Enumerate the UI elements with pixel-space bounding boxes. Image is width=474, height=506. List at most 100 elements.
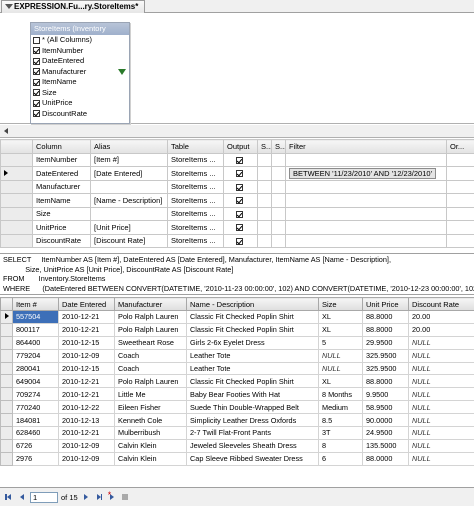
results-cell-unit-price[interactable]: 325.9500 [362, 361, 409, 376]
criteria-header-filter[interactable]: Filter [285, 139, 447, 154]
results-cell-manufacturer[interactable]: Little Me [114, 387, 187, 402]
results-cell-date-entered[interactable]: 2010-12-21 [58, 374, 115, 389]
criteria-column-cell[interactable]: ItemNumber [32, 152, 91, 167]
results-cell-size[interactable]: 8 Months [318, 387, 363, 402]
results-cell-item-number[interactable]: 184081 [12, 413, 59, 428]
results-cell-date-entered[interactable]: 2010-12-22 [58, 400, 115, 415]
diagram-horizontal-scrollbar[interactable] [0, 125, 474, 138]
criteria-or-cell[interactable] [446, 179, 474, 194]
criteria-output-cell[interactable] [223, 233, 258, 248]
results-cell-unit-price[interactable]: 90.0000 [362, 413, 409, 428]
criteria-header-sort-type[interactable]: S... [257, 139, 272, 154]
criteria-sort-order-cell[interactable] [271, 233, 286, 248]
results-cell-item-number[interactable]: 628460 [12, 426, 59, 440]
results-row-header[interactable] [0, 361, 13, 376]
results-cell-name-description[interactable]: Leather Tote [186, 348, 319, 363]
criteria-sort-type-cell[interactable] [257, 152, 272, 167]
results-cell-discount-rate[interactable]: NULL [408, 413, 474, 428]
previous-record-button[interactable] [17, 492, 27, 502]
criteria-or-cell[interactable] [446, 193, 474, 208]
results-cell-date-entered[interactable]: 2010-12-21 [58, 426, 115, 440]
criteria-header-table[interactable]: Table [167, 139, 224, 154]
criteria-sort-type-cell[interactable] [257, 179, 272, 194]
results-cell-size[interactable]: XL [318, 322, 363, 337]
criteria-column-cell[interactable]: Size [32, 206, 91, 221]
criteria-header-alias[interactable]: Alias [90, 139, 168, 154]
results-cell-name-description[interactable]: Suede Thin Double-Wrapped Belt [186, 400, 319, 415]
output-checkbox[interactable] [236, 183, 243, 191]
output-checkbox[interactable] [236, 237, 243, 245]
column-checkbox[interactable] [33, 57, 40, 65]
results-cell-discount-rate[interactable]: NULL [408, 451, 474, 466]
criteria-header-column[interactable]: Column [32, 139, 91, 154]
results-cell-unit-price[interactable]: 88.8000 [362, 310, 409, 324]
results-cell-discount-rate[interactable]: NULL [408, 438, 474, 453]
results-cell-size[interactable]: NULL [318, 348, 363, 363]
results-cell-date-entered[interactable]: 2010-12-09 [58, 438, 115, 453]
criteria-filter-cell[interactable] [285, 220, 447, 235]
results-cell-unit-price[interactable]: 24.9500 [362, 426, 409, 440]
results-cell-size[interactable]: 3T [318, 426, 363, 440]
results-cell-unit-price[interactable]: 88.8000 [362, 374, 409, 389]
criteria-header-or[interactable]: Or... [446, 139, 474, 154]
results-cell-manufacturer[interactable]: Calvin Klein [114, 438, 187, 453]
results-cell-item-number[interactable]: 770240 [12, 400, 59, 415]
results-cell-unit-price[interactable]: 9.9500 [362, 387, 409, 402]
criteria-filter-cell[interactable] [285, 193, 447, 208]
criteria-output-cell[interactable] [223, 206, 258, 221]
results-cell-discount-rate[interactable]: NULL [408, 335, 474, 350]
criteria-sort-type-cell[interactable] [257, 206, 272, 221]
output-checkbox[interactable] [236, 210, 243, 218]
criteria-header-sort-order[interactable]: S... [271, 139, 286, 154]
criteria-or-cell[interactable] [446, 220, 474, 235]
criteria-row[interactable]: DateEntered [Date Entered] StoreItems ... B… [0, 166, 474, 181]
results-row-header[interactable] [0, 451, 13, 466]
diagram-column-item[interactable]: ItemName [31, 77, 129, 88]
results-cell-manufacturer[interactable]: Eileen Fisher [114, 400, 187, 415]
results-row[interactable]: 864400 2010-12-15 Sweetheart Rose Girls 2-6… [0, 335, 474, 350]
results-cell-name-description[interactable]: Classic Fit Checked Poplin Shirt [186, 322, 319, 337]
first-record-button[interactable] [4, 492, 14, 502]
criteria-or-cell[interactable] [446, 166, 474, 181]
criteria-output-cell[interactable] [223, 179, 258, 194]
results-cell-date-entered[interactable]: 2010-12-13 [58, 413, 115, 428]
results-row[interactable]: 649004 2010-12-21 Polo Ralph Lauren Classic… [0, 374, 474, 389]
results-cell-date-entered[interactable]: 2010-12-09 [58, 451, 115, 466]
results-cell-date-entered[interactable]: 2010-12-09 [58, 348, 115, 363]
results-cell-manufacturer[interactable]: Mulberribush [114, 426, 187, 440]
diagram-column-item[interactable]: UnitPrice [31, 98, 129, 109]
table-diagram-storeitems[interactable]: StoreItems (Inventory * (All Columns) Ite… [30, 22, 130, 124]
filter-value[interactable]: BETWEEN '11/23/2010' AND '12/23/2010' [289, 167, 437, 179]
criteria-row[interactable]: DiscountRate [Discount Rate] StoreItems ..… [0, 233, 474, 248]
criteria-row[interactable]: ItemName [Name - Description] StoreItems .… [0, 193, 474, 208]
column-checkbox[interactable] [33, 47, 40, 55]
results-header-date-entered[interactable]: Date Entered [58, 297, 115, 311]
results-row-header[interactable] [0, 400, 13, 415]
criteria-table-cell[interactable]: StoreItems ... [167, 233, 224, 248]
criteria-or-cell[interactable] [446, 233, 474, 248]
criteria-alias-cell[interactable]: [Unit Price] [90, 220, 168, 235]
results-cell-date-entered[interactable]: 2010-12-21 [58, 387, 115, 402]
results-row-header[interactable] [0, 413, 13, 428]
results-row[interactable]: 800117 2010-12-21 Polo Ralph Lauren Classic… [0, 322, 474, 337]
results-cell-discount-rate[interactable]: NULL [408, 426, 474, 440]
criteria-filter-cell[interactable] [285, 152, 447, 167]
criteria-table-cell[interactable]: StoreItems ... [167, 166, 224, 181]
criteria-output-cell[interactable] [223, 193, 258, 208]
current-page-input[interactable]: 1 [30, 491, 58, 503]
output-checkbox[interactable] [236, 224, 243, 232]
results-cell-size[interactable]: NULL [318, 361, 363, 376]
results-header-item-number[interactable]: Item # [12, 297, 59, 311]
results-cell-size[interactable]: Medium [318, 400, 363, 415]
criteria-row-selector[interactable] [0, 193, 33, 208]
results-row-header[interactable] [0, 426, 13, 440]
criteria-filter-cell[interactable]: BETWEEN '11/23/2010' AND '12/23/2010' [285, 166, 447, 181]
results-cell-unit-price[interactable]: 29.9500 [362, 335, 409, 350]
criteria-sort-order-cell[interactable] [271, 220, 286, 235]
criteria-or-cell[interactable] [446, 152, 474, 167]
results-cell-unit-price[interactable]: 325.9500 [362, 348, 409, 363]
results-cell-item-number[interactable]: 709274 [12, 387, 59, 402]
diagram-column-item[interactable]: Manufacturer [31, 67, 129, 78]
query-tab[interactable]: EXPRESSION.Fu...ry.StoreItems* [1, 0, 146, 13]
criteria-or-cell[interactable] [446, 206, 474, 221]
